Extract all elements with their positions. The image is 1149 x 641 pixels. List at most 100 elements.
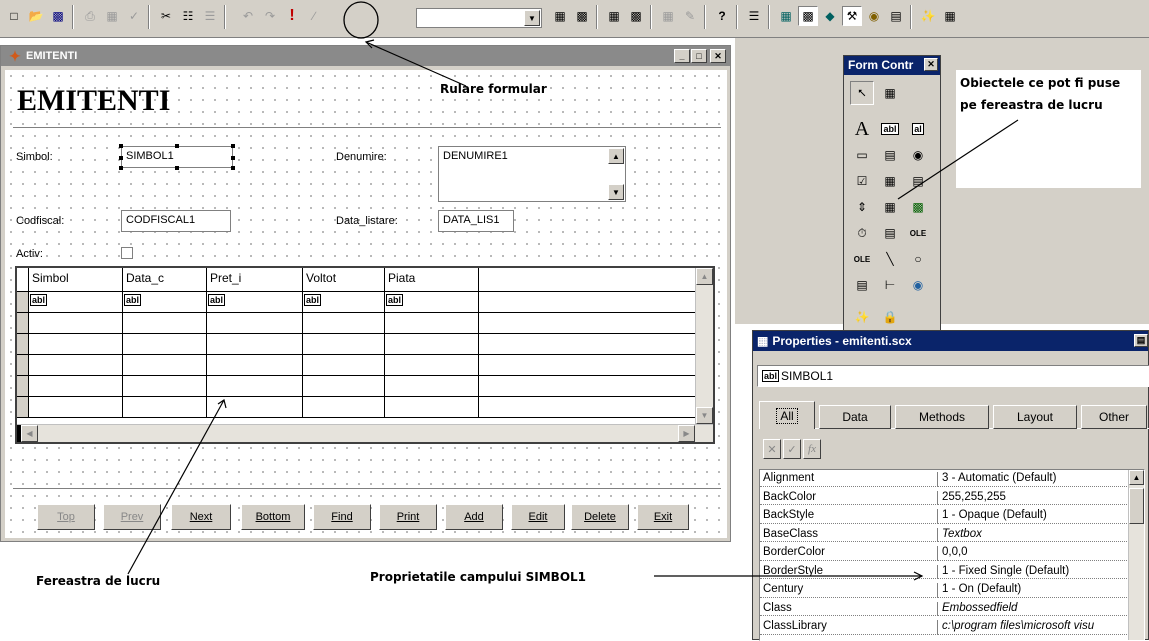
- color-palette-icon[interactable]: ◉: [864, 6, 884, 26]
- grid-cell[interactable]: [207, 355, 303, 376]
- grid-cell[interactable]: [207, 334, 303, 355]
- print-icon[interactable]: ⎙: [80, 6, 100, 26]
- grid-cell[interactable]: [479, 355, 697, 376]
- grid-cell[interactable]: [29, 355, 123, 376]
- grid-cell[interactable]: [303, 355, 385, 376]
- grid-cell[interactable]: [29, 397, 123, 418]
- ole-bound-tool-icon[interactable]: OLE: [850, 247, 874, 271]
- view-classes-icon[interactable]: ▦: [878, 81, 902, 105]
- grid-row-selector[interactable]: [17, 397, 29, 418]
- grid-cell[interactable]: [123, 355, 207, 376]
- nav-button-delete[interactable]: Delete: [571, 504, 629, 530]
- property-row[interactable]: Alignment 3 - Automatic (Default): [760, 472, 1143, 487]
- object-combo[interactable]: abl SIMBOL1: [757, 365, 1149, 387]
- grid-cell[interactable]: [207, 313, 303, 334]
- property-row[interactable]: BorderStyle 1 - Fixed Single (Default): [760, 564, 1143, 580]
- data-grid[interactable]: Simbol Data_c Pret_i Voltot Piata abl abl…: [15, 266, 715, 444]
- grid-cell[interactable]: [303, 397, 385, 418]
- button-lock-icon[interactable]: 🔒: [878, 305, 902, 329]
- grid-cell[interactable]: [123, 376, 207, 397]
- property-value[interactable]: 3 - Automatic (Default): [938, 472, 1133, 487]
- grid-cell[interactable]: [303, 376, 385, 397]
- nav-button-exit[interactable]: Exit: [637, 504, 689, 530]
- scroll-down-icon[interactable]: ▼: [696, 407, 713, 424]
- report-icon[interactable]: ▩: [572, 6, 592, 26]
- nav-button-next[interactable]: Next: [171, 504, 231, 530]
- selection-handle[interactable]: [119, 166, 123, 170]
- form-designer-window[interactable]: ✦ EMITENTI _ □ ✕ EMITENTI Simbol: SIMBOL…: [0, 45, 731, 542]
- property-value[interactable]: 255,255,255: [938, 491, 1133, 506]
- cut-icon[interactable]: ✂: [156, 6, 176, 26]
- grid-cell[interactable]: [479, 397, 697, 418]
- grid-cell[interactable]: [123, 334, 207, 355]
- selection-handle[interactable]: [231, 144, 235, 148]
- grid-column-header[interactable]: Pret_i: [207, 268, 303, 292]
- option-group-tool-icon[interactable]: ◉: [906, 143, 930, 167]
- open-icon[interactable]: 📂: [26, 6, 46, 26]
- property-row[interactable]: BackColor 255,255,255: [760, 490, 1143, 506]
- accept-icon[interactable]: ✓: [783, 439, 801, 459]
- nav-button-find[interactable]: Find: [313, 504, 371, 530]
- run-icon[interactable]: !: [282, 6, 302, 26]
- tab-other[interactable]: Other: [1081, 405, 1147, 429]
- grid-cell[interactable]: [303, 313, 385, 334]
- form-icon[interactable]: ▦: [550, 6, 570, 26]
- save-icon[interactable]: ▩: [48, 6, 68, 26]
- property-row[interactable]: Class Embossedfield: [760, 601, 1143, 617]
- scroll-left-icon[interactable]: ◀: [21, 425, 38, 442]
- chevron-down-icon[interactable]: ▼: [524, 10, 540, 26]
- grid-cell[interactable]: [29, 313, 123, 334]
- form-controls-title-bar[interactable]: Form Contr ✕: [844, 56, 940, 75]
- container-tool-icon[interactable]: ▤: [850, 273, 874, 297]
- print-preview-icon[interactable]: ▦: [102, 6, 122, 26]
- property-value[interactable]: Embossedfield: [938, 602, 1133, 617]
- properties-icon[interactable]: ▩: [798, 6, 818, 26]
- grid-cell[interactable]: abl: [29, 292, 123, 313]
- grid-cell[interactable]: abl: [207, 292, 303, 313]
- database-icon[interactable]: ▦: [604, 6, 624, 26]
- checkbox-tool-icon[interactable]: ☑: [850, 169, 874, 193]
- nav-button-add[interactable]: Add: [445, 504, 503, 530]
- property-grid[interactable]: Alignment 3 - Automatic (Default) BackColo…: [759, 469, 1145, 641]
- grid-cell[interactable]: [385, 355, 479, 376]
- grid-column-header[interactable]: Voltot: [303, 268, 385, 292]
- property-row[interactable]: BorderColor 0,0,0: [760, 546, 1143, 561]
- combobox-tool-icon[interactable]: ▦: [878, 169, 902, 193]
- activ-checkbox[interactable]: [121, 247, 133, 259]
- undo-icon[interactable]: ↶: [238, 6, 258, 26]
- form-canvas[interactable]: EMITENTI Simbol: SIMBOL1 Denumire: DENUM…: [5, 70, 727, 538]
- grid-cell[interactable]: [479, 334, 697, 355]
- ole-container-tool-icon[interactable]: OLE: [906, 221, 930, 245]
- grid-cell[interactable]: abl: [123, 292, 207, 313]
- grid-cell[interactable]: [385, 397, 479, 418]
- properties-title-bar[interactable]: ▦ Properties - emitenti.scx ▤: [753, 331, 1148, 351]
- property-row[interactable]: BaseClass Textbox: [760, 527, 1143, 543]
- scroll-down-icon[interactable]: ▼: [608, 184, 624, 200]
- grid-column-header[interactable]: Simbol: [29, 268, 123, 292]
- editbox-tool-icon[interactable]: al: [906, 117, 930, 141]
- data-listare-label[interactable]: Data_listare:: [336, 215, 398, 227]
- new-icon[interactable]: □: [4, 6, 24, 26]
- spell-check-icon[interactable]: ✓: [124, 6, 144, 26]
- grid-cell[interactable]: [29, 334, 123, 355]
- query-icon[interactable]: ▦: [658, 6, 678, 26]
- grid-cell[interactable]: abl: [385, 292, 479, 313]
- denumire-label[interactable]: Denumire:: [336, 151, 387, 163]
- property-value[interactable]: 1 - Opaque (Default): [938, 509, 1133, 524]
- layout-toolbar-icon[interactable]: ▤: [886, 6, 906, 26]
- tab-all[interactable]: All: [759, 401, 815, 429]
- separator-tool-icon[interactable]: ⊢: [878, 273, 902, 297]
- scroll-up-icon[interactable]: ▲: [1129, 470, 1144, 485]
- form-heading[interactable]: EMITENTI: [17, 84, 170, 118]
- nav-button-print[interactable]: Print: [379, 504, 437, 530]
- selection-handle[interactable]: [231, 156, 235, 160]
- data-environment-icon[interactable]: ▦: [776, 6, 796, 26]
- textbox-tool-icon[interactable]: abl: [878, 117, 902, 141]
- redo-icon[interactable]: ↷: [260, 6, 280, 26]
- copy-icon[interactable]: ☷: [178, 6, 198, 26]
- scroll-thumb[interactable]: [1129, 488, 1144, 524]
- grid-row-selector[interactable]: [17, 292, 29, 313]
- nav-button-bottom[interactable]: Bottom: [241, 504, 305, 530]
- selection-handle[interactable]: [119, 144, 123, 148]
- denumire-field[interactable]: DENUMIRE1 ▲ ▼: [438, 146, 626, 202]
